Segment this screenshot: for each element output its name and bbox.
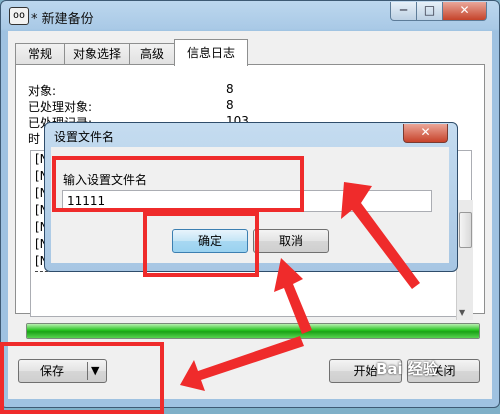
annotation-arrow-to-prompt (341, 182, 420, 289)
annotation-arrows (180, 182, 420, 391)
annotation-arrow-to-ok (274, 258, 312, 334)
annotation-arrow-to-save (180, 336, 304, 391)
